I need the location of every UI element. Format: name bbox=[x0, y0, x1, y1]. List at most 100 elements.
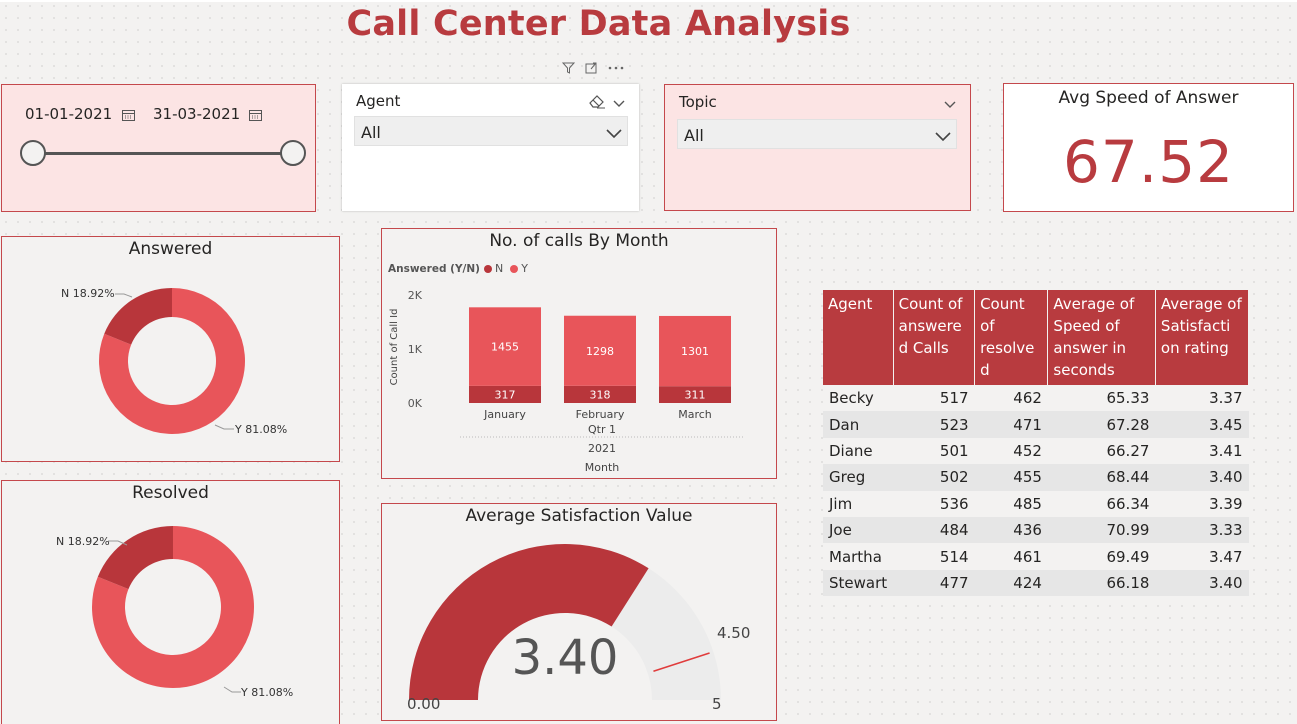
bar-data-label-n: 318 bbox=[590, 388, 611, 401]
date-slider-track[interactable] bbox=[32, 152, 294, 155]
chevron-down-icon[interactable] bbox=[612, 94, 630, 107]
date-range-slicer: 01-01-2021 31-03-2021 bbox=[1, 84, 316, 212]
y-tick-label: 0K bbox=[408, 397, 423, 410]
table-cell-agent: Becky bbox=[823, 385, 894, 412]
topic-dropdown-value: All bbox=[684, 126, 704, 145]
y-tick-label: 2K bbox=[408, 289, 423, 302]
avg-speed-kpi-card[interactable]: Avg Speed of Answer 67.52 bbox=[1003, 83, 1294, 212]
donut-label-n: N 18.92% bbox=[61, 287, 115, 300]
column-header-answered-calls[interactable]: Count of answere d Calls bbox=[893, 290, 976, 385]
table-cell-value: 67.28 bbox=[1047, 411, 1156, 438]
x-tick-label: February bbox=[576, 408, 625, 421]
table-cell-value: 3.37 bbox=[1155, 385, 1249, 412]
x-group-label-quarter: Qtr 1 bbox=[588, 423, 616, 436]
column-header-agent[interactable]: Agent bbox=[823, 290, 894, 385]
table-row[interactable]: Greg 502 455 68.44 3.40 bbox=[823, 464, 1249, 491]
column-header-speed[interactable]: Average of Speed of answer in seconds bbox=[1047, 290, 1156, 385]
column-header-satisfaction[interactable]: Average of Satisfacti on rating bbox=[1155, 290, 1250, 385]
gauge-plot bbox=[409, 544, 721, 700]
table-cell-agent: Jim bbox=[823, 490, 894, 517]
table-cell-value: 484 bbox=[893, 516, 975, 544]
table-row[interactable]: Diane 501 452 66.27 3.41 bbox=[823, 437, 1249, 465]
table-row[interactable]: Jim 536 485 66.34 3.39 bbox=[823, 490, 1249, 517]
table-cell-agent: Stewart bbox=[823, 569, 894, 597]
calendar-icon[interactable] bbox=[122, 106, 135, 121]
page-title: Call Center Data Analysis bbox=[346, 4, 851, 44]
calendar-icon[interactable] bbox=[249, 106, 262, 121]
gauge-min-label: 0.00 bbox=[407, 695, 441, 713]
table-cell-value: 66.18 bbox=[1047, 569, 1156, 597]
gauge-value: 3.40 bbox=[511, 630, 619, 686]
bar-data-label-y: 1455 bbox=[491, 341, 519, 354]
gauge-target-label: 4.50 bbox=[717, 624, 751, 642]
topic-slicer: Topic All bbox=[664, 84, 971, 211]
table-row[interactable]: Joe 484 436 70.99 3.33 bbox=[823, 516, 1249, 544]
end-date-input[interactable]: 31-03-2021 bbox=[153, 105, 240, 123]
gauge-max-label: 5 bbox=[712, 695, 722, 713]
filter-icon[interactable] bbox=[561, 62, 576, 80]
table-cell-value: 3.41 bbox=[1155, 437, 1249, 465]
table-cell-value: 536 bbox=[893, 490, 975, 517]
y-tick-label: 1K bbox=[408, 343, 423, 356]
table-cell-value: 455 bbox=[974, 464, 1048, 491]
table-header-row: Agent Count of answere d Calls Count of … bbox=[823, 290, 1250, 385]
table-cell-value: 517 bbox=[893, 385, 975, 412]
table-cell-value: 69.49 bbox=[1047, 543, 1156, 570]
bar-data-label-n: 317 bbox=[495, 388, 516, 401]
table-cell-value: 477 bbox=[893, 569, 975, 597]
table-cell-value: 66.27 bbox=[1047, 437, 1156, 465]
agent-dropdown[interactable]: All bbox=[354, 116, 628, 146]
table-cell-value: 424 bbox=[974, 569, 1048, 597]
table-cell-value: 471 bbox=[974, 411, 1048, 438]
y-axis-title: Count of Call Id bbox=[389, 309, 400, 386]
table-cell-value: 3.40 bbox=[1155, 464, 1249, 491]
bar-chart-plot: 0K 1K 2K Count of Call Id 317 1455 January 318 1… bbox=[389, 289, 744, 474]
table-cell-value: 3.39 bbox=[1155, 490, 1249, 517]
chevron-down-icon[interactable] bbox=[943, 95, 961, 108]
chevron-down-icon bbox=[934, 128, 952, 142]
table-cell-value: 523 bbox=[893, 411, 975, 438]
table-cell-agent: Diane bbox=[823, 437, 894, 465]
visual-header-toolbar bbox=[561, 62, 642, 80]
table-cell-value: 514 bbox=[893, 543, 975, 570]
x-tick-label: January bbox=[483, 408, 526, 421]
table-cell-agent: Martha bbox=[823, 543, 894, 570]
table-cell-value: 452 bbox=[974, 437, 1048, 465]
resolved-donut-chart[interactable]: Resolved N 18.92% Y 81.08% bbox=[1, 480, 340, 724]
agent-dropdown-value: All bbox=[361, 123, 381, 142]
table-cell-value: 68.44 bbox=[1047, 464, 1156, 491]
donut-label-y: Y 81.08% bbox=[241, 686, 294, 699]
table-cell-value: 485 bbox=[974, 490, 1048, 517]
satisfaction-gauge[interactable]: Average Satisfaction Value 3.40 0.00 5 4… bbox=[381, 503, 777, 721]
answered-donut-chart[interactable]: Answered N 18.92% Y 81.08% bbox=[1, 236, 340, 462]
donut-label-y: Y 81.08% bbox=[235, 423, 288, 436]
column-header-resolved[interactable]: Count of resolve d bbox=[974, 290, 1049, 385]
table-row[interactable]: Becky 517 462 65.33 3.37 bbox=[823, 385, 1249, 412]
table-cell-value: 501 bbox=[893, 437, 975, 465]
bar-data-label-y: 1298 bbox=[586, 345, 614, 358]
table-row[interactable]: Dan 523 471 67.28 3.45 bbox=[823, 411, 1249, 438]
focus-mode-icon[interactable] bbox=[585, 62, 598, 80]
date-slider-end-handle[interactable] bbox=[280, 140, 306, 166]
table-cell-agent: Dan bbox=[823, 411, 894, 438]
table-row[interactable]: Martha 514 461 69.49 3.47 bbox=[823, 543, 1249, 570]
bar-data-label-y: 1301 bbox=[681, 345, 709, 358]
canvas-top-edge bbox=[0, 0, 1297, 2]
start-date-input[interactable]: 01-01-2021 bbox=[25, 105, 112, 123]
calls-by-month-chart[interactable]: No. of calls By Month Answered (Y/N) N Y… bbox=[381, 228, 777, 479]
more-options-icon[interactable] bbox=[608, 62, 624, 80]
table-cell-value: 462 bbox=[974, 385, 1048, 412]
table-cell-value: 3.33 bbox=[1155, 516, 1249, 544]
table-cell-value: 70.99 bbox=[1047, 516, 1156, 544]
eraser-icon[interactable] bbox=[588, 93, 606, 113]
table-cell-value: 461 bbox=[974, 543, 1048, 570]
date-slider-start-handle[interactable] bbox=[20, 140, 46, 166]
agent-slicer: Agent All bbox=[342, 84, 639, 211]
chevron-down-icon bbox=[605, 125, 623, 139]
topic-dropdown[interactable]: All bbox=[677, 119, 957, 149]
table-row[interactable]: Stewart 477 424 66.18 3.40 bbox=[823, 569, 1249, 597]
donut-label-n: N 18.92% bbox=[56, 535, 110, 548]
bar-data-label-n: 311 bbox=[685, 389, 706, 402]
agent-slicer-label: Agent bbox=[356, 92, 401, 110]
table-cell-value: 3.45 bbox=[1155, 411, 1249, 438]
